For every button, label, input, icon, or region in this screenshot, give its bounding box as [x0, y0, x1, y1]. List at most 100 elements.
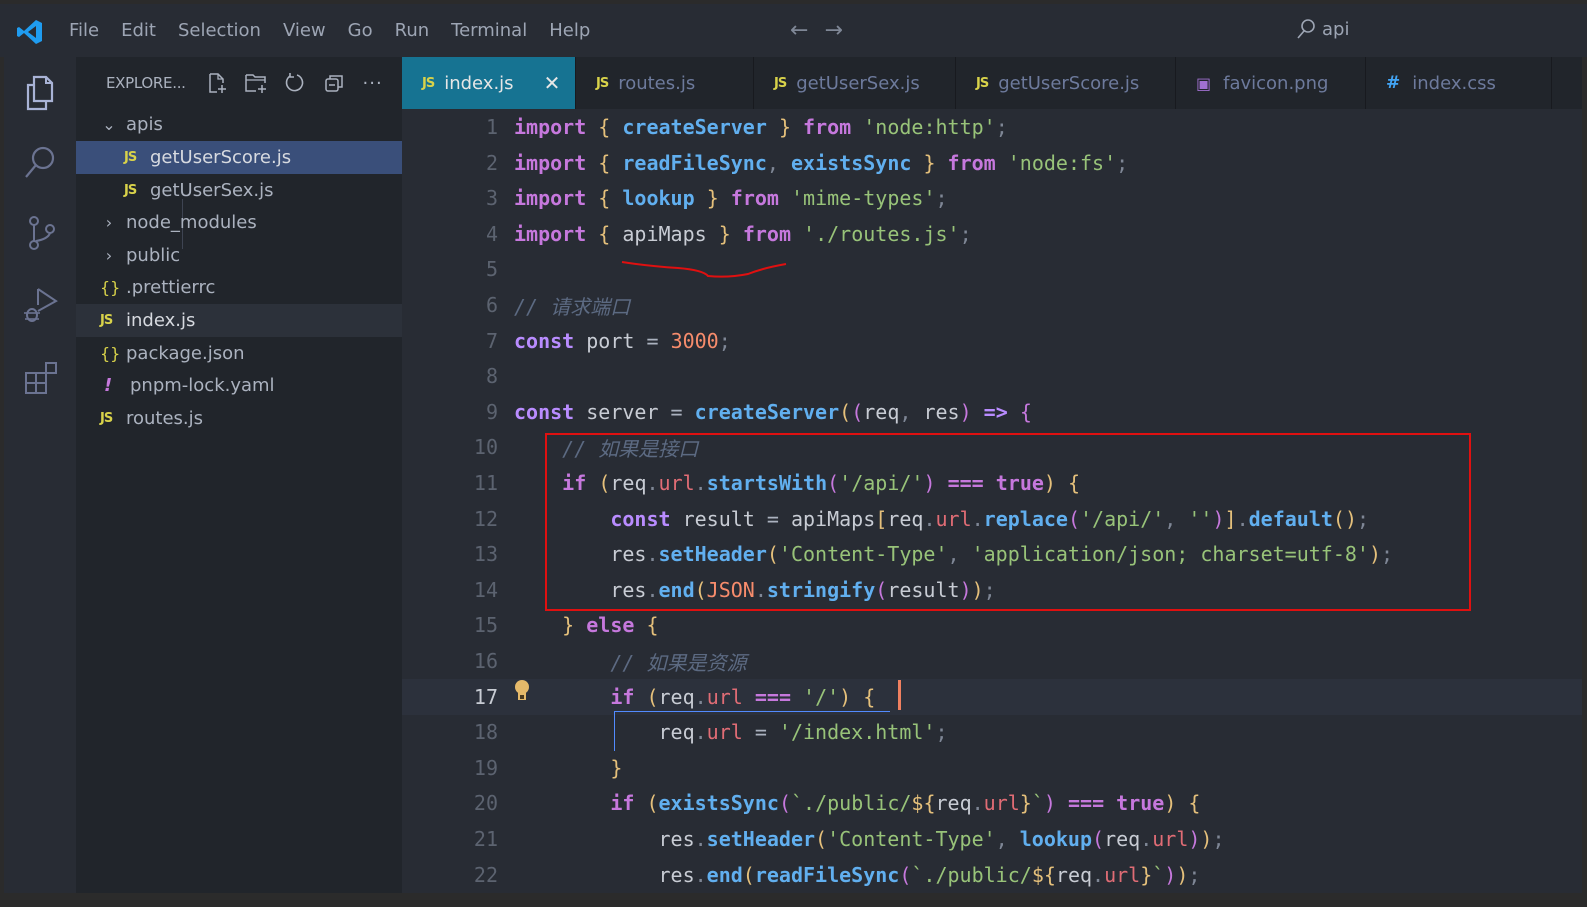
code-line[interactable]: 14 res.end(JSON.stringify(result)); — [402, 572, 1582, 608]
tree-file-routes-js[interactable]: JS routes.js — [76, 402, 402, 435]
refresh-icon[interactable] — [282, 70, 308, 96]
code-line[interactable]: 1 import { createServer } from 'node:http… — [402, 109, 1582, 145]
menu-edit[interactable]: Edit — [110, 18, 167, 43]
code-line[interactable]: 17 if (req.url === '/') { — [402, 678, 1582, 715]
code-line[interactable]: 21 res.setHeader('Content-Type', lookup(… — [402, 821, 1582, 857]
arrow-right-icon[interactable]: → — [824, 18, 842, 43]
code-line[interactable]: 10 // 如果是接口 — [402, 429, 1582, 465]
new-file-icon[interactable] — [204, 70, 230, 96]
line-number: 11 — [473, 471, 498, 495]
extensions-icon[interactable] — [18, 355, 62, 399]
tree-file-prettierrc[interactable]: {} .prettierrc — [76, 271, 402, 304]
code-line[interactable]: 11 if (req.url.startsWith('/api/') === t… — [402, 465, 1582, 501]
line-number: 7 — [485, 328, 498, 353]
code-text: res.end(JSON.stringify(result)); — [610, 577, 996, 602]
menu-file[interactable]: File — [58, 18, 110, 43]
js-file-icon: JS — [124, 183, 137, 198]
window-edge — [0, 893, 1587, 907]
tab-routes-js[interactable]: JS routes.js — [576, 57, 754, 109]
code-text: res.setHeader('Content-Type', lookup(req… — [658, 827, 1225, 851]
menu-run[interactable]: Run — [384, 18, 441, 43]
code-line[interactable]: 19 } — [402, 750, 1582, 786]
menu-help[interactable]: Help — [538, 18, 601, 43]
code-text: // 请求端口 — [514, 294, 631, 319]
code-line[interactable]: 12 const result = apiMaps[req.url.replac… — [402, 501, 1582, 537]
code-line[interactable]: 16 // 如果是资源 — [402, 643, 1582, 679]
tab-index-css[interactable]: # index.css — [1366, 57, 1552, 109]
line-number: 18 — [473, 720, 498, 745]
css-file-icon: # — [1386, 73, 1401, 93]
code-line[interactable]: 7 const port = 3000; — [402, 323, 1582, 359]
tree-item-label: apis — [126, 114, 163, 135]
new-folder-icon[interactable] — [243, 70, 269, 96]
code-text: if (existsSync(`./public/${req.url}`) ==… — [610, 791, 1201, 816]
code-line[interactable]: 4 import { apiMaps } from './routes.js'; — [402, 216, 1582, 252]
menu-terminal[interactable]: Terminal — [440, 18, 538, 43]
tree-file-getuserscore[interactable]: JS getUserScore.js — [76, 141, 402, 174]
tree-item-label: pnpm-lock.yaml — [130, 375, 275, 396]
js-file-icon: JS — [100, 411, 113, 426]
tree-item-label: node_modules — [126, 212, 257, 233]
code-line[interactable]: 15 } else { — [402, 607, 1582, 643]
code-line[interactable]: 22 res.end(readFileSync(`./public/${req.… — [402, 857, 1582, 893]
code-line[interactable]: 20 if (existsSync(`./public/${req.url}`)… — [402, 785, 1582, 821]
tree-file-getusersex[interactable]: JS getUserSex.js — [76, 174, 402, 207]
line-number: 10 — [473, 435, 498, 460]
tree-folder-public[interactable]: › public — [76, 239, 402, 272]
code-text: } — [610, 755, 623, 780]
title-bar: File Edit Selection View Go Run Terminal… — [0, 0, 1587, 57]
collapse-all-icon[interactable] — [321, 70, 347, 96]
explorer-header: EXPLORE... ··· — [76, 57, 402, 109]
menu-view[interactable]: View — [272, 18, 337, 43]
js-file-icon: JS — [100, 313, 113, 328]
search-icon[interactable] — [18, 141, 62, 185]
arrow-left-icon[interactable]: ← — [790, 18, 808, 43]
tree-item-label: package.json — [126, 343, 245, 364]
close-icon[interactable]: ✕ — [544, 71, 561, 95]
code-line[interactable]: 3 import { lookup } from 'mime-types'; — [402, 180, 1582, 216]
activity-bar — [4, 57, 76, 903]
tab-favicon-png[interactable]: ▣ favicon.png — [1176, 57, 1366, 109]
tab-getusersex-js[interactable]: JS getUserSex.js — [754, 57, 956, 109]
image-file-icon: ▣ — [1196, 73, 1212, 93]
tree-item-label: getUserSex.js — [150, 180, 274, 201]
menu-bar: File Edit Selection View Go Run Terminal… — [58, 18, 601, 43]
code-line[interactable]: 5 — [402, 251, 1582, 287]
line-number: 4 — [485, 221, 498, 246]
code-editor[interactable]: 1 import { createServer } from 'node:http… — [402, 109, 1582, 903]
menu-go[interactable]: Go — [337, 18, 384, 43]
line-number: 13 — [473, 542, 498, 567]
chevron-down-icon: ⌄ — [102, 115, 116, 134]
text-cursor — [898, 680, 901, 710]
code-line[interactable]: 2 import { readFileSync, existsSync } fro… — [402, 145, 1582, 181]
tab-index-js[interactable]: JS index.js ✕ — [402, 57, 576, 109]
line-number: 9 — [485, 399, 498, 424]
line-number: 16 — [473, 649, 498, 673]
code-text: res.setHeader('Content-Type', 'applicati… — [610, 542, 1394, 567]
tree-folder-apis[interactable]: ⌄ apis — [76, 108, 402, 141]
tree-folder-node-modules[interactable]: › node_modules — [76, 206, 402, 239]
code-line[interactable]: 6 // 请求端口 — [402, 287, 1582, 323]
more-icon[interactable]: ··· — [360, 70, 386, 96]
code-text: const result = apiMaps[req.url.replace('… — [610, 506, 1370, 531]
tree-file-index-js[interactable]: JS index.js — [76, 304, 402, 337]
line-number: 2 — [485, 150, 498, 175]
code-line[interactable]: 9 const server = createServer((req, res) … — [402, 394, 1582, 430]
source-control-icon[interactable] — [18, 211, 62, 255]
code-text: // 如果是接口 — [562, 436, 699, 461]
window-edge — [1582, 57, 1587, 893]
explorer-icon[interactable] — [18, 71, 62, 115]
lightbulb-icon[interactable] — [512, 678, 532, 704]
code-line[interactable]: 18 req.url = '/index.html'; — [402, 714, 1582, 750]
tree-item-label: index.js — [126, 310, 196, 331]
command-center-search[interactable]: api — [1296, 18, 1349, 40]
menu-selection[interactable]: Selection — [167, 18, 272, 43]
code-line[interactable]: 8 — [402, 358, 1582, 394]
json-file-icon: {} — [100, 344, 121, 363]
tree-file-pnpm-lock[interactable]: ! pnpm-lock.yaml — [76, 369, 402, 402]
tab-getuserscore-js[interactable]: JS getUserScore.js — [956, 57, 1176, 109]
tree-file-package-json[interactable]: {} package.json — [76, 337, 402, 370]
run-debug-icon[interactable] — [18, 283, 62, 327]
js-file-icon: JS — [124, 150, 137, 165]
code-line[interactable]: 13 res.setHeader('Content-Type', 'applic… — [402, 536, 1582, 572]
